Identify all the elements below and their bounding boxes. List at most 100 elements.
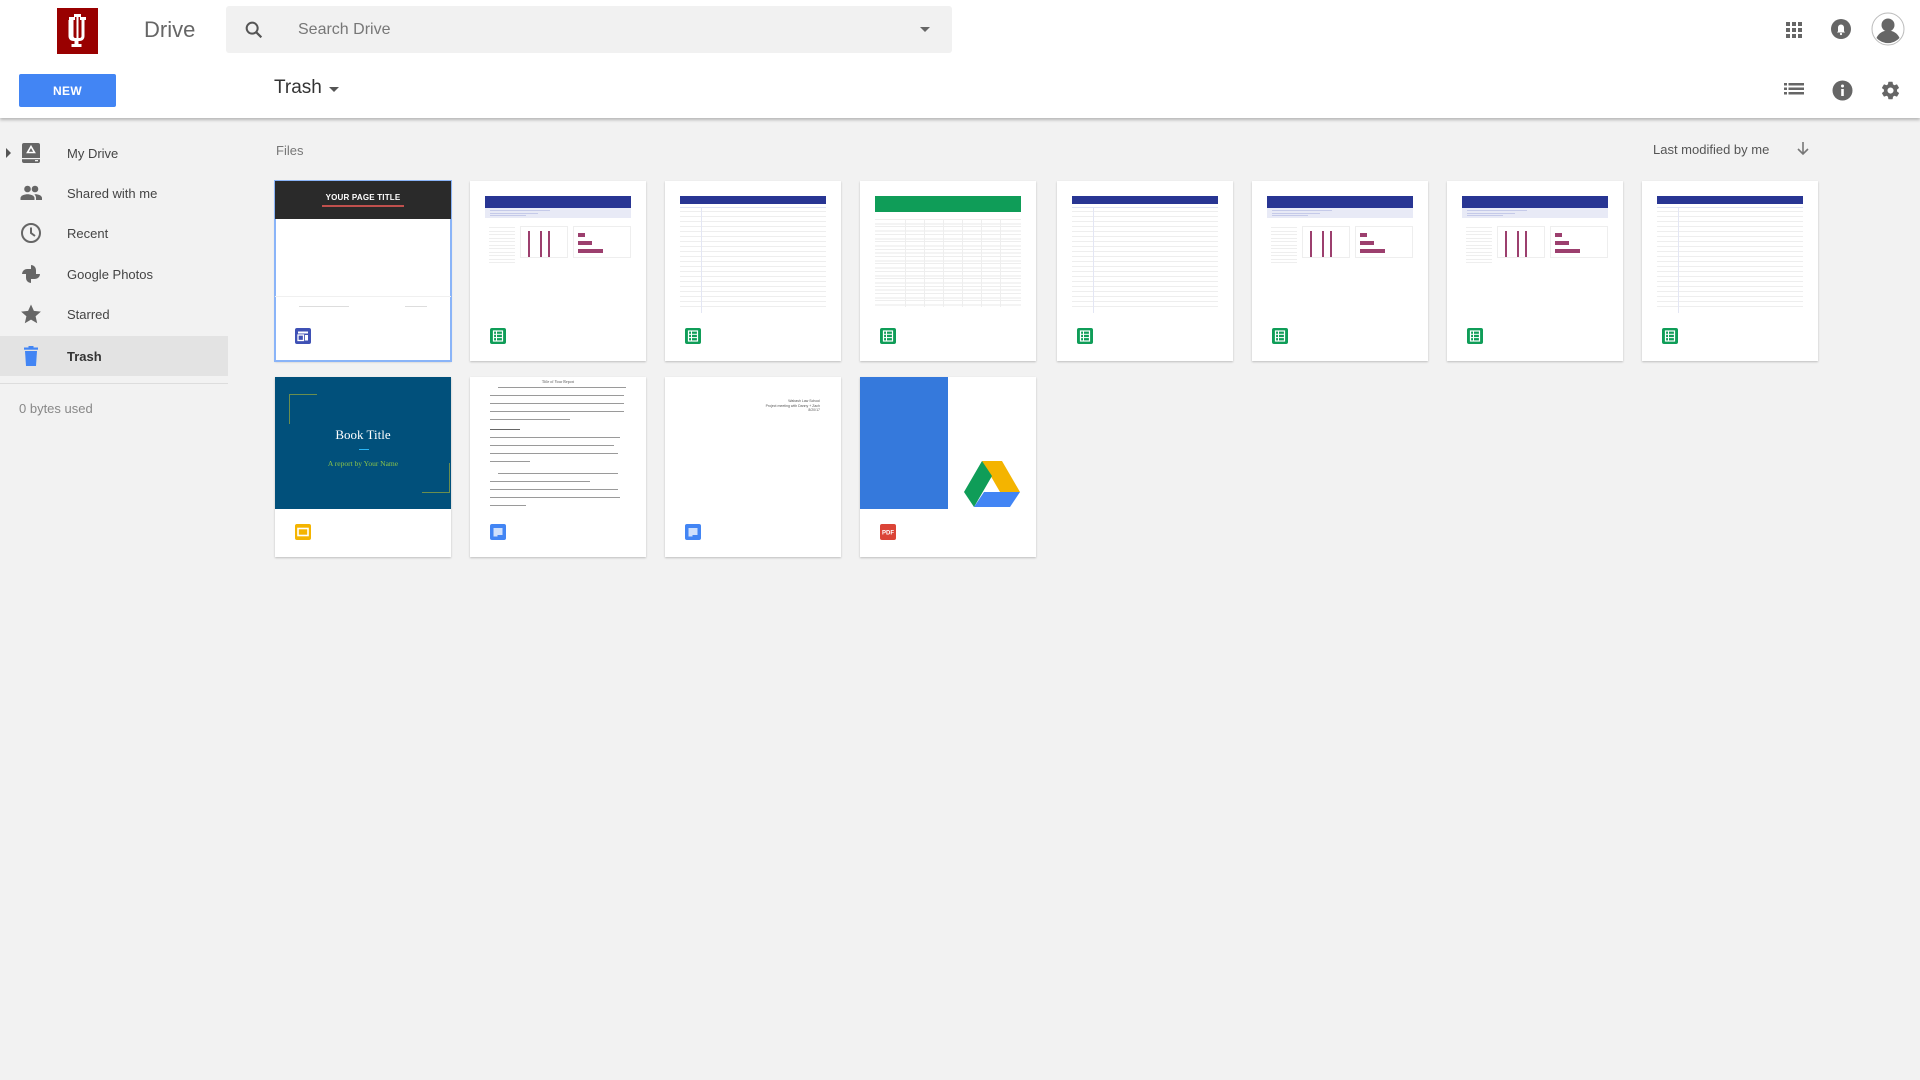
thumb-row [1466, 251, 1492, 253]
file-thumbnail [860, 181, 1036, 313]
thumb-chart-bar [1360, 241, 1374, 245]
list-view-icon[interactable] [1780, 76, 1808, 104]
thumb-column-line [943, 219, 944, 307]
sidebar-item-label: Trash [67, 348, 102, 364]
thumb-footer-text [405, 306, 427, 307]
file-thumbnail [470, 181, 646, 313]
file-card[interactable]: YOUR PAGE TITLE [274, 180, 452, 362]
iu-logo[interactable] [57, 8, 98, 54]
thumb-text-line [490, 437, 620, 438]
google-drive-logo-icon [964, 461, 1020, 507]
thumb-text [490, 210, 550, 211]
thumb-chart-bar [1360, 233, 1367, 237]
file-thumbnail: Wabash Law School Project meeting with Da… [665, 377, 841, 509]
thumb-row [1466, 227, 1492, 228]
sort-direction-arrow-down-icon[interactable] [1793, 139, 1813, 159]
thumb-column-line [905, 219, 906, 307]
sidebar-item-trash[interactable]: Trash [0, 336, 228, 376]
thumb-text [1467, 210, 1527, 211]
sidebar-item-my-drive[interactable]: My Drive [0, 133, 228, 173]
sidebar-item-recent[interactable]: Recent [0, 213, 228, 253]
expand-arrow-icon[interactable] [6, 148, 11, 158]
trash-icon [24, 346, 38, 366]
thumb-text [490, 215, 526, 216]
thumb-header-bar [1462, 196, 1608, 208]
thumb-title-dash [359, 449, 369, 450]
new-button[interactable]: NEW [19, 74, 116, 107]
thumb-chart-bar [578, 233, 585, 237]
apps-grid-icon[interactable] [1780, 16, 1808, 44]
thumb-chart-bar [1505, 231, 1507, 257]
caret-down-icon [328, 87, 339, 92]
folder-title-dropdown[interactable]: Trash [274, 77, 339, 99]
thumb-row [489, 234, 515, 235]
sort-button[interactable]: Last modified by me [1653, 142, 1769, 157]
thumb-text-line [490, 461, 530, 462]
account-avatar-icon[interactable] [1871, 12, 1905, 46]
file-card[interactable] [860, 181, 1036, 361]
file-card[interactable] [1447, 181, 1623, 361]
thumb-chart-bar [1517, 231, 1519, 257]
thumb-column-line [701, 207, 702, 313]
thumb-text-line [490, 395, 624, 396]
file-card[interactable] [1252, 181, 1428, 361]
thumb-title: Book Title [335, 427, 391, 442]
thumb-text [1072, 207, 1218, 208]
thumb-row [1466, 248, 1492, 249]
thumb-row [1466, 255, 1492, 256]
thumb-chart-bar [1555, 241, 1569, 245]
folder-title: Trash [274, 77, 322, 98]
thumb-chart-bar [1310, 231, 1312, 257]
sidebar-item-label: Shared with me [67, 185, 158, 201]
thumb-row [1271, 227, 1297, 228]
file-thumbnail [1642, 181, 1818, 313]
thumb-row [489, 258, 515, 260]
thumb-footer-text [299, 306, 349, 307]
settings-gear-icon[interactable] [1876, 76, 1904, 104]
thumb-column-line [1678, 207, 1679, 313]
file-card[interactable]: Book Title A report by Your Name [275, 377, 451, 557]
my-drive-icon [22, 143, 40, 163]
thumb-chart-bar [548, 231, 550, 257]
thumb-row [489, 255, 515, 256]
thumb-row [1466, 258, 1492, 260]
file-card[interactable] [470, 181, 646, 361]
thumb-row [1466, 244, 1492, 246]
thumb-row [1271, 258, 1297, 260]
notifications-bell-icon[interactable] [1827, 15, 1855, 43]
thumb-row [1466, 241, 1492, 242]
thumb-row [489, 248, 515, 249]
thumb-text-line [498, 473, 618, 474]
search-input[interactable] [298, 6, 898, 53]
thumb-chart-bar [578, 241, 592, 245]
docs-file-icon [685, 524, 701, 540]
thumb-row [1466, 234, 1492, 235]
file-card[interactable] [1057, 181, 1233, 361]
thumb-footer-line [275, 296, 451, 297]
clock-icon [21, 223, 41, 243]
top-header: Drive NEW Trash [0, 0, 1920, 118]
sidebar-item-label: Recent [67, 225, 109, 241]
sidebar-item-label: Starred [67, 306, 110, 322]
file-card[interactable] [1642, 181, 1818, 361]
file-card[interactable]: Title of Your Report [470, 377, 646, 557]
thumb-welcome-panel [860, 377, 948, 509]
sidebar-item-starred[interactable]: Starred [0, 294, 228, 334]
thumb-chart-bar [528, 231, 530, 257]
thumb-section-header [490, 429, 520, 430]
search-bar [226, 6, 952, 53]
file-card[interactable]: Welcome to Google DriveOne safe place fo… [860, 377, 1036, 557]
thumb-text-line [490, 419, 570, 420]
info-icon[interactable] [1828, 76, 1856, 104]
file-card[interactable]: Wabash Law School Project meeting with Da… [665, 377, 841, 557]
thumb-subtitle: A report by Your Name [327, 459, 399, 468]
sidebar-divider [0, 383, 228, 384]
search-options-chevron-icon[interactable] [920, 27, 930, 32]
sidebar-item-google-photos[interactable]: Google Photos [0, 254, 228, 294]
sidebar-item-shared-with-me[interactable]: Shared with me [0, 173, 228, 213]
search-icon[interactable] [243, 19, 265, 41]
file-thumbnail: Book Title A report by Your Name [275, 377, 451, 509]
file-card[interactable] [665, 181, 841, 361]
sheets-file-icon [1272, 328, 1288, 344]
thumb-text [490, 212, 538, 214]
